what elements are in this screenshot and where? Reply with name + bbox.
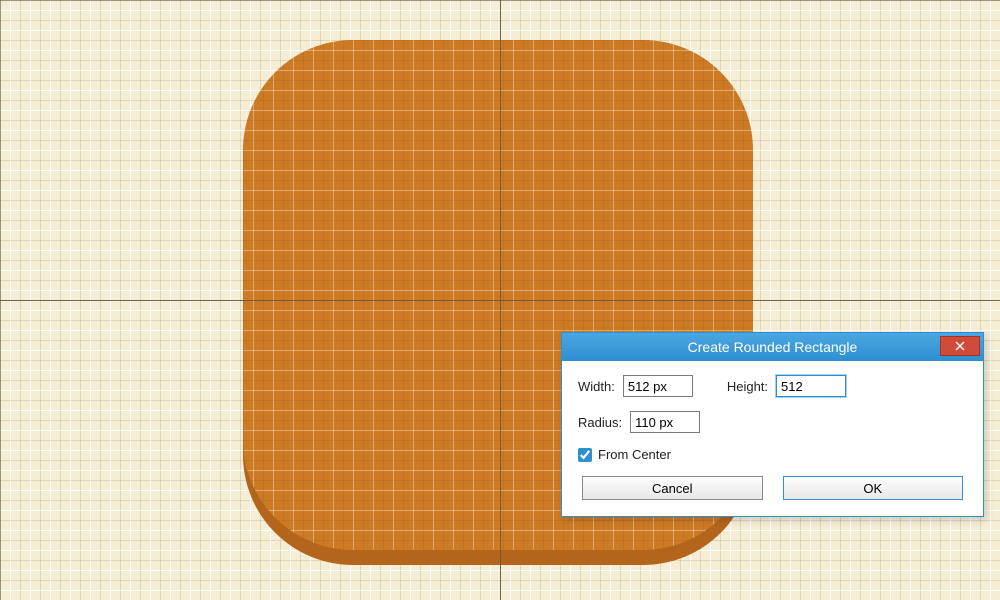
height-input[interactable] — [776, 375, 846, 397]
from-center-checkbox[interactable] — [578, 448, 592, 462]
close-button[interactable] — [940, 336, 980, 356]
width-input[interactable] — [623, 375, 693, 397]
size-row: Width: Height: — [578, 375, 967, 397]
radius-row: Radius: — [578, 411, 967, 433]
from-center-label: From Center — [598, 447, 671, 462]
ok-button[interactable]: OK — [783, 476, 964, 500]
cancel-button[interactable]: Cancel — [582, 476, 763, 500]
create-rounded-rectangle-dialog: Create Rounded Rectangle Width: Height: … — [561, 332, 984, 517]
radius-input[interactable] — [630, 411, 700, 433]
dialog-title: Create Rounded Rectangle — [562, 339, 983, 355]
radius-label: Radius: — [578, 415, 622, 430]
from-center-row: From Center — [578, 447, 967, 462]
height-label: Height: — [727, 379, 768, 394]
close-icon — [955, 341, 965, 351]
grid-axis-horizontal — [0, 300, 1000, 301]
dialog-body: Width: Height: Radius: From Center Cance… — [562, 361, 983, 516]
width-label: Width: — [578, 379, 615, 394]
dialog-titlebar[interactable]: Create Rounded Rectangle — [562, 333, 983, 361]
dialog-button-row: Cancel OK — [578, 476, 967, 504]
